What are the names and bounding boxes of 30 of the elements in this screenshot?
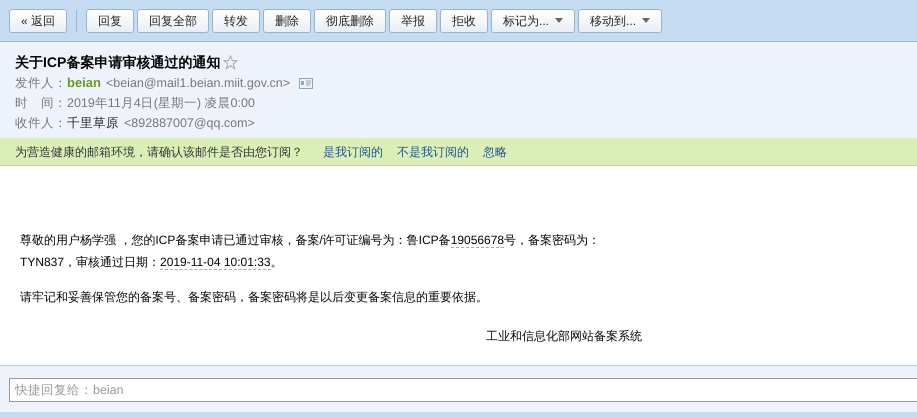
dropdown-button[interactable]: 移动到... — [578, 8, 662, 32]
banner-message: 为营造健康的邮箱环境，请确认该邮件是否由您订阅？ — [15, 144, 303, 160]
toolbar-button[interactable]: 转发 — [212, 8, 260, 32]
sent-time: 2019年11月4日(星期一) 凌晨0:00 — [67, 94, 255, 112]
contact-card-icon[interactable] — [299, 78, 314, 88]
signature: 工业和信息化部网站备案系统 — [486, 328, 642, 345]
toolbar-button[interactable]: 举报 — [389, 8, 438, 32]
banner-link[interactable]: 不是我订阅的 — [397, 142, 469, 160]
toolbar-button[interactable]: 回复 — [86, 8, 134, 32]
field-label: 时 间： — [15, 94, 67, 112]
quick-reply-field[interactable]: 快捷回复给：beian — [9, 378, 917, 402]
toolbar-button[interactable]: 删除 — [263, 8, 312, 32]
toolbar-button[interactable]: 回复全部 — [137, 8, 210, 32]
message-paragraph: 尊敬的用户杨学强 ，您的ICP备案申请已通过审核，备案/许可证编号为：鲁ICP备19056678号，备案密码为：TYN837，审核通过日期：2019-11-04 10:01:33。 — [20, 232, 602, 272]
banner-link[interactable]: 忽略 — [483, 142, 507, 160]
caret-icon — [555, 18, 564, 23]
recipient-name: 千里草原 — [67, 114, 119, 132]
field-label: 发件人： — [15, 74, 67, 92]
banner-link[interactable]: 是我订阅的 — [323, 142, 383, 160]
caret-icon — [642, 18, 650, 23]
recipient-address: <892887007@qq.com> — [124, 114, 255, 132]
star-icon[interactable] — [223, 54, 238, 70]
toolbar-button[interactable]: 彻底删除 — [314, 8, 386, 32]
sender-address: <beian@mail1.beian.miit.gov.cn> — [106, 74, 290, 92]
message-paragraph: 请牢记和妥善保管您的备案号、备案密码，备案密码将是以后变更备案信息的重要依据。 — [20, 289, 489, 306]
dropdown-button[interactable]: 标记为... — [491, 8, 576, 32]
toolbar-button[interactable]: 拒收 — [440, 8, 488, 32]
mail-subject: 关于ICP备案申请审核通过的通知 — [15, 52, 220, 72]
back-button[interactable]: « 返回 — [9, 8, 68, 32]
field-label: 收件人： — [15, 114, 67, 132]
